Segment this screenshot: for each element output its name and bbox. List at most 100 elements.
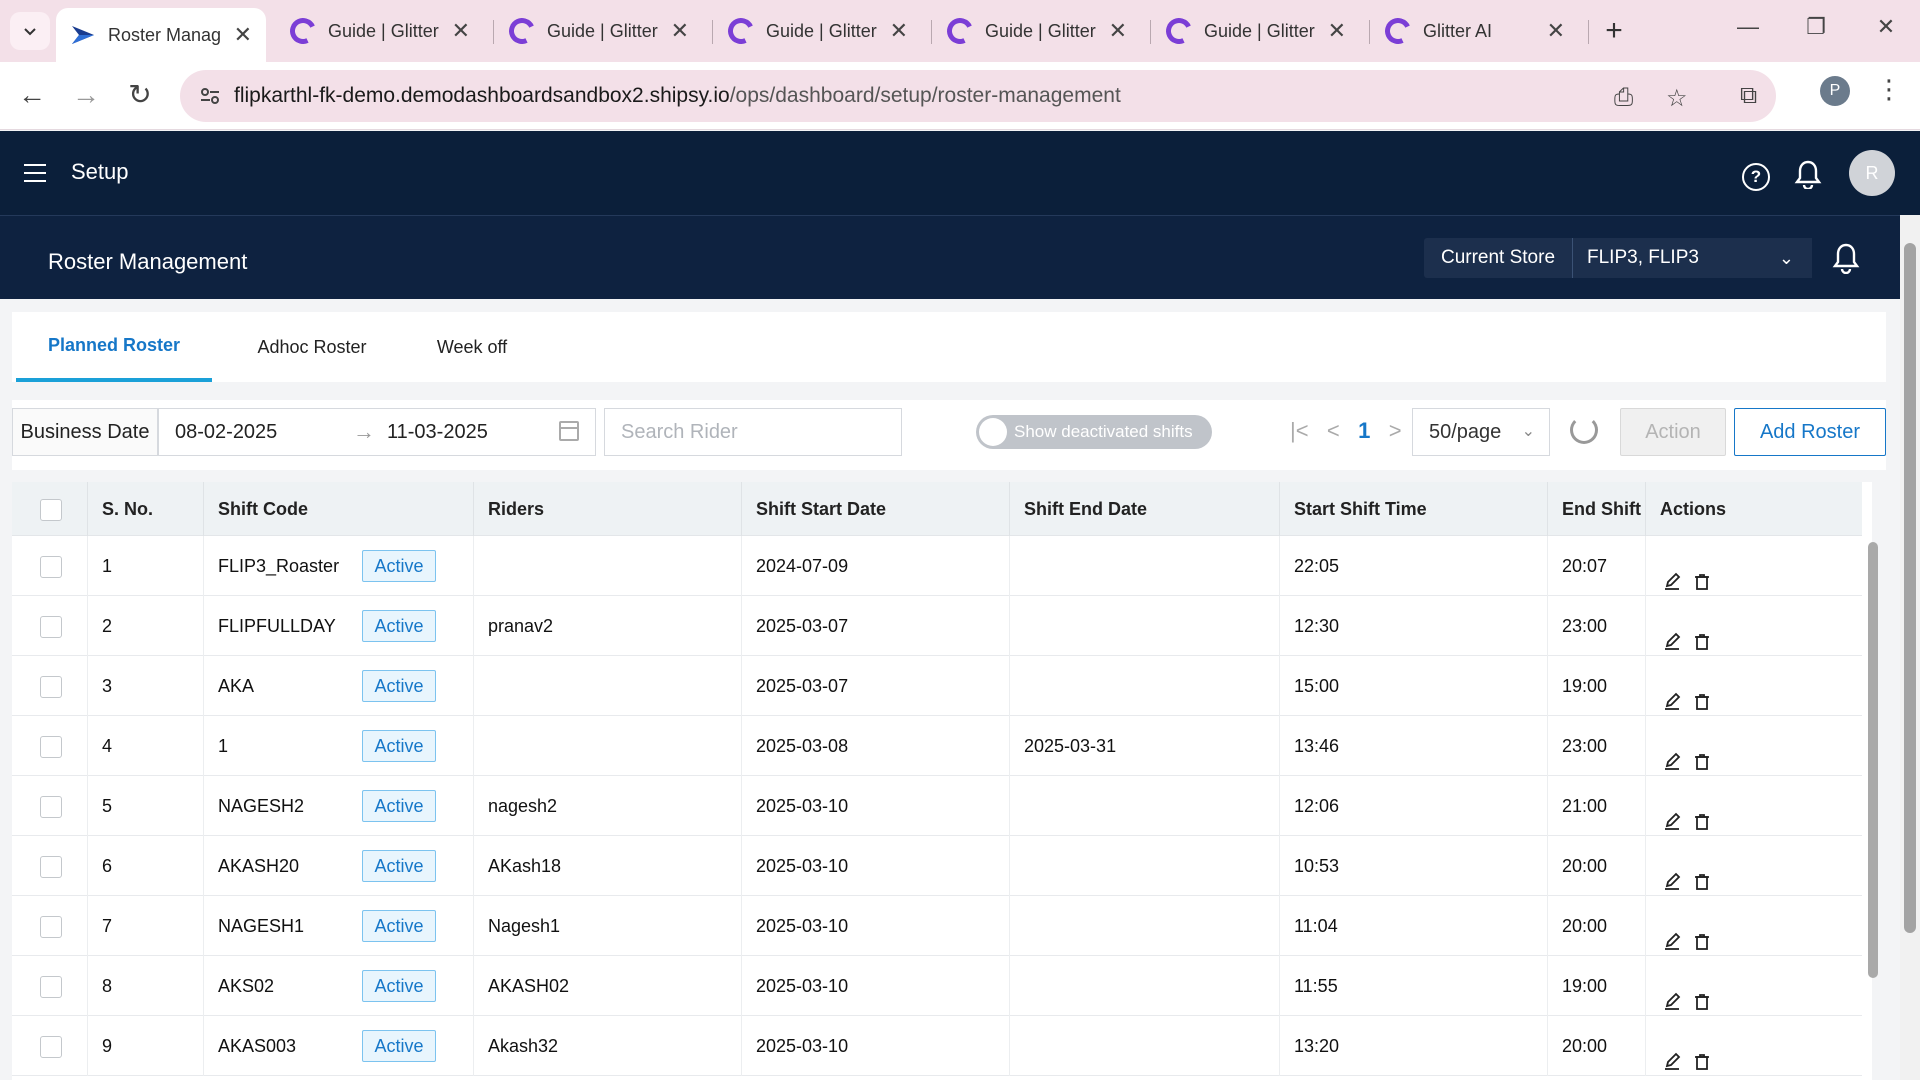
delete-icon[interactable] [1692,916,1712,950]
page-size-select[interactable]: 50/page ⌄ [1412,408,1550,456]
delete-icon[interactable] [1692,856,1712,890]
tab-week-off[interactable]: Week off [412,312,532,382]
header-shift-end-date[interactable]: Shift End Date [1010,482,1280,536]
search-rider-input[interactable]: Search Rider [604,408,902,456]
browser-tab-roster[interactable]: Roster Manag ✕ [56,8,266,62]
back-icon[interactable]: ← [14,78,50,114]
browser-tab-guide-4[interactable]: Guide | Glitter ✕ [933,8,1141,54]
row-checkbox[interactable] [40,916,62,938]
bookmark-star-icon[interactable]: ☆ [1666,84,1688,113]
end-date-input[interactable]: 11-03-2025 [387,421,488,444]
action-button[interactable]: Action [1620,408,1726,456]
edit-icon[interactable] [1662,736,1682,770]
user-avatar[interactable]: R [1849,150,1895,196]
table-row[interactable]: 5 NAGESH2 nagesh2 2025-03-10 12:06 21:00 Activ… [12,776,1862,836]
next-page-icon[interactable]: > [1389,418,1402,443]
select-all-checkbox[interactable] [40,499,62,521]
table-row[interactable]: 7 NAGESH1 Nagesh1 2025-03-10 11:04 20:00 Activ… [12,896,1862,956]
table-row[interactable]: 4 1 2025-03-08 2025-03-31 13:46 23:00 Active [12,716,1862,776]
table-row[interactable]: 1 FLIP3_Roaster 2024-07-09 22:05 20:07 Active [12,536,1862,596]
row-checkbox[interactable] [40,556,62,578]
browser-menu-icon[interactable]: ⋮ [1876,74,1902,105]
delete-icon[interactable] [1692,616,1712,650]
new-tab-button[interactable]: + [1596,14,1632,50]
header-shift-code[interactable]: Shift Code [204,482,474,536]
window-close-icon[interactable]: ✕ [1866,14,1906,40]
delete-icon[interactable] [1692,1036,1712,1070]
tab-search-button[interactable] [10,12,50,50]
delete-icon[interactable] [1692,796,1712,830]
delete-icon[interactable] [1692,556,1712,590]
row-checkbox[interactable] [40,736,62,758]
profile-avatar[interactable]: P [1820,76,1850,106]
site-settings-icon[interactable] [198,84,222,108]
row-checkbox[interactable] [40,1036,62,1058]
close-icon[interactable]: ✕ [1547,18,1565,44]
row-checkbox[interactable] [40,796,62,818]
browser-tab-guide-1[interactable]: Guide | Glitter ✕ [276,8,484,54]
header-riders[interactable]: Riders [474,482,742,536]
row-checkbox[interactable] [40,616,62,638]
help-icon[interactable]: ? [1742,163,1770,191]
header-start-shift-time[interactable]: Start Shift Time [1280,482,1548,536]
table-row[interactable]: 6 AKASH20 AKash18 2025-03-10 10:53 20:00 Activ… [12,836,1862,896]
edit-icon[interactable] [1662,796,1682,830]
row-checkbox[interactable] [40,676,62,698]
date-range-picker[interactable]: 08-02-2025 → 11-03-2025 [158,408,596,456]
browser-tab-glitter-ai[interactable]: Glitter AI ✕ [1371,8,1579,54]
extensions-icon[interactable]: ⧉ [1740,82,1757,110]
header-sno[interactable]: S. No. [88,482,204,536]
hamburger-menu-icon[interactable] [24,164,46,182]
edit-icon[interactable] [1662,976,1682,1010]
edit-icon[interactable] [1662,556,1682,590]
tab-adhoc-roster[interactable]: Adhoc Roster [230,312,394,382]
row-checkbox[interactable] [40,856,62,878]
header-shift-start-date[interactable]: Shift Start Date [742,482,1010,536]
show-deactivated-toggle[interactable]: Show deactivated shifts [976,415,1212,449]
close-icon[interactable]: ✕ [234,22,252,48]
browser-tab-guide-5[interactable]: Guide | Glitter ✕ [1152,8,1360,54]
close-icon[interactable]: ✕ [1109,18,1127,44]
page-scrollbar[interactable] [1900,215,1920,1080]
forward-icon[interactable]: → [68,78,104,114]
browser-tab-guide-2[interactable]: Guide | Glitter ✕ [495,8,703,54]
delete-icon[interactable] [1692,736,1712,770]
page-scrollbar-thumb[interactable] [1904,243,1916,933]
notification-bell-icon[interactable] [1832,242,1860,274]
edit-icon[interactable] [1662,616,1682,650]
minimize-icon[interactable]: — [1728,14,1768,40]
edit-icon[interactable] [1662,676,1682,710]
browser-tab-guide-3[interactable]: Guide | Glitter ✕ [714,8,922,54]
install-app-icon[interactable]: ⎙ [1614,84,1633,112]
close-icon[interactable]: ✕ [1328,18,1346,44]
notification-bell-icon[interactable] [1794,159,1822,189]
delete-icon[interactable] [1692,676,1712,710]
table-scrollbar-thumb[interactable] [1868,542,1878,978]
address-bar[interactable]: flipkarthl-fk-demo.demodashboardsandbox2… [180,70,1776,122]
add-roster-button[interactable]: Add Roster [1734,408,1886,456]
restore-icon[interactable]: ❐ [1796,14,1836,40]
row-checkbox[interactable] [40,976,62,998]
reload-icon[interactable]: ↻ [122,78,158,114]
first-page-icon[interactable]: |< [1290,418,1309,443]
calendar-icon[interactable] [559,421,579,441]
edit-icon[interactable] [1662,1036,1682,1070]
prev-page-icon[interactable]: < [1327,418,1340,443]
edit-icon[interactable] [1662,916,1682,950]
store-select[interactable]: FLIP3, FLIP3 ⌄ [1572,238,1812,278]
delete-icon[interactable] [1692,976,1712,1010]
table-row[interactable]: 2 FLIPFULLDAY pranav2 2025-03-07 12:30 23:00 A… [12,596,1862,656]
close-icon[interactable]: ✕ [452,18,470,44]
table-row[interactable]: 8 AKS02 AKASH02 2025-03-10 11:55 19:00 Active [12,956,1862,1016]
refresh-icon[interactable] [1570,416,1598,444]
edit-icon[interactable] [1662,856,1682,890]
header-end-shift-time[interactable]: End Shift T [1548,482,1646,536]
table-scrollbar[interactable] [1868,542,1878,982]
tab-planned-roster[interactable]: Planned Roster [16,312,212,382]
close-icon[interactable]: ✕ [890,18,908,44]
close-icon[interactable]: ✕ [671,18,689,44]
table-row[interactable]: 9 AKAS003 Akash32 2025-03-10 13:20 20:00 Activ… [12,1016,1862,1076]
current-page[interactable]: 1 [1358,418,1370,443]
start-date-input[interactable]: 08-02-2025 [175,421,277,444]
table-row[interactable]: 3 AKA 2025-03-07 15:00 19:00 Active [12,656,1862,716]
